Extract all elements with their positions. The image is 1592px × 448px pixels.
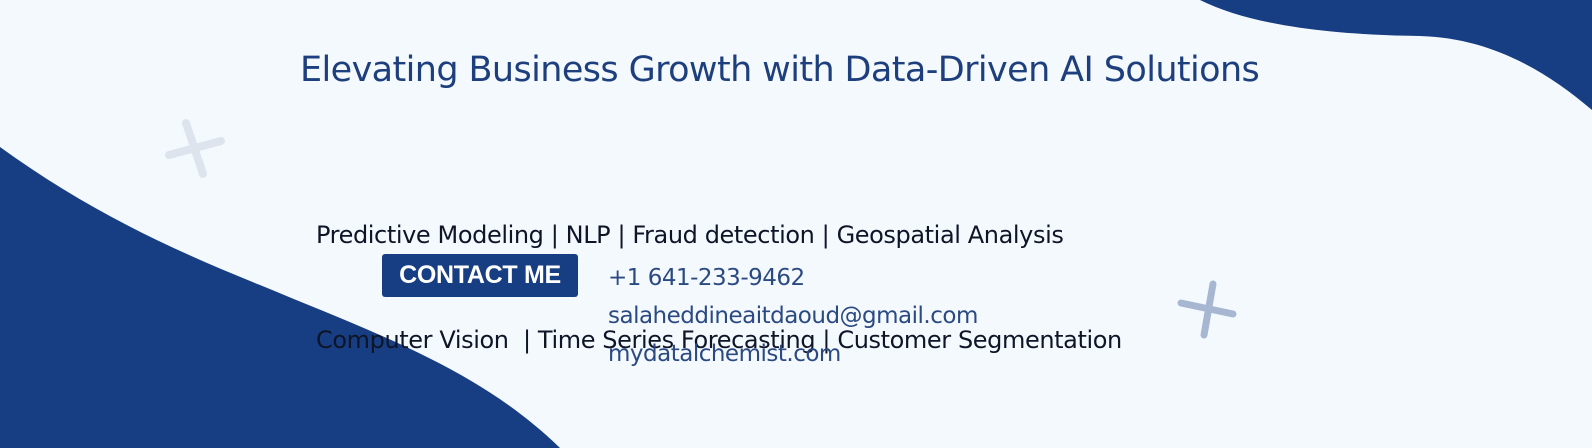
page-title: Elevating Business Growth with Data-Driv… — [300, 50, 1260, 90]
contact-info: +1 641-233-9462 salaheddineaitdaoud@gmai… — [608, 259, 978, 373]
contact-banner: Elevating Business Growth with Data-Driv… — [0, 0, 1592, 448]
services-line: Predictive Modeling | NLP | Fraud detect… — [316, 221, 1064, 249]
email-link[interactable]: salaheddineaitdaoud@gmail.com — [608, 297, 978, 335]
cross-icon — [1177, 280, 1237, 339]
phone-number[interactable]: +1 641-233-9462 — [608, 259, 978, 297]
website-link[interactable]: mydatalchemist.com — [608, 335, 978, 373]
cross-icon — [165, 119, 225, 178]
contact-me-button[interactable]: CONTACT ME — [382, 254, 578, 297]
